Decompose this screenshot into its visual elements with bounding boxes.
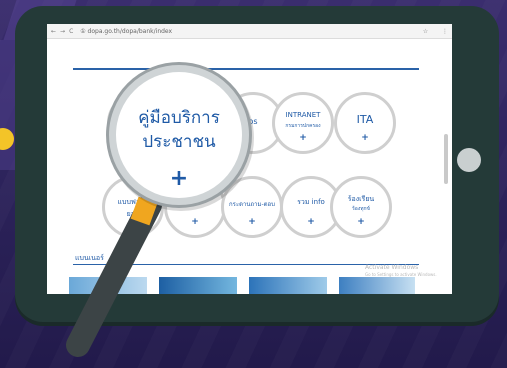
circle-title: ITA xyxy=(356,113,374,126)
service-circle-complaint[interactable]: ร้องเรียน ร้องทุกข์ + xyxy=(330,176,392,238)
plus-icon: + xyxy=(191,217,199,227)
address-bar[interactable]: ① dopa.go.th/dopa/bank/index xyxy=(80,28,172,35)
plus-icon: + xyxy=(361,133,369,143)
banner-thumbnail[interactable] xyxy=(159,277,237,294)
forward-icon[interactable]: → xyxy=(60,28,65,35)
plus-icon: + xyxy=(357,217,365,227)
service-circle-intranet[interactable]: INTRANET กรมการปกครอง + xyxy=(272,92,334,154)
section-divider xyxy=(73,68,419,70)
scrollbar[interactable] xyxy=(444,134,448,184)
star-icon[interactable]: ☆ xyxy=(423,28,428,35)
banner-thumbnail[interactable] xyxy=(339,277,415,294)
circle-title: ร้องเรียน xyxy=(347,195,375,203)
menu-icon[interactable]: ⋮ xyxy=(442,28,448,35)
circle-title: กระดานถาม-ตอบ xyxy=(229,201,275,208)
plus-icon: + xyxy=(307,217,315,227)
back-icon[interactable]: ← xyxy=(51,28,56,35)
circle-subtitle: ร้องทุกข์ xyxy=(352,206,370,212)
tablet-screen: ← → C ① dopa.go.th/dopa/bank/index ☆ ⋮ o… xyxy=(47,24,452,294)
service-circle-ita[interactable]: ITA + xyxy=(334,92,396,154)
reload-icon[interactable]: C xyxy=(69,28,73,35)
banner-thumbnail[interactable] xyxy=(69,277,147,294)
magnifier-lens[interactable]: คู่มือบริการ ประชาชน + xyxy=(116,72,242,198)
plus-icon: + xyxy=(169,166,189,191)
tablet-home-button[interactable] xyxy=(457,148,481,172)
circle-subtitle: กรมการปกครอง xyxy=(285,123,321,129)
activate-windows-watermark: Activate Windows Go to Settings to activ… xyxy=(365,264,437,277)
plus-icon: + xyxy=(299,133,307,143)
plus-icon: + xyxy=(248,217,256,227)
circle-title: INTRANET xyxy=(285,111,321,119)
circle-subtitle: ยอดิ xyxy=(126,210,140,218)
browser-toolbar: ← → C ① dopa.go.th/dopa/bank/index ☆ ⋮ xyxy=(47,24,452,39)
banner-thumbnail[interactable] xyxy=(249,277,327,294)
banner-section-label: แบนเนอร์ xyxy=(75,254,104,262)
magnified-title: คู่มือบริการ ประชาชน xyxy=(138,108,220,152)
